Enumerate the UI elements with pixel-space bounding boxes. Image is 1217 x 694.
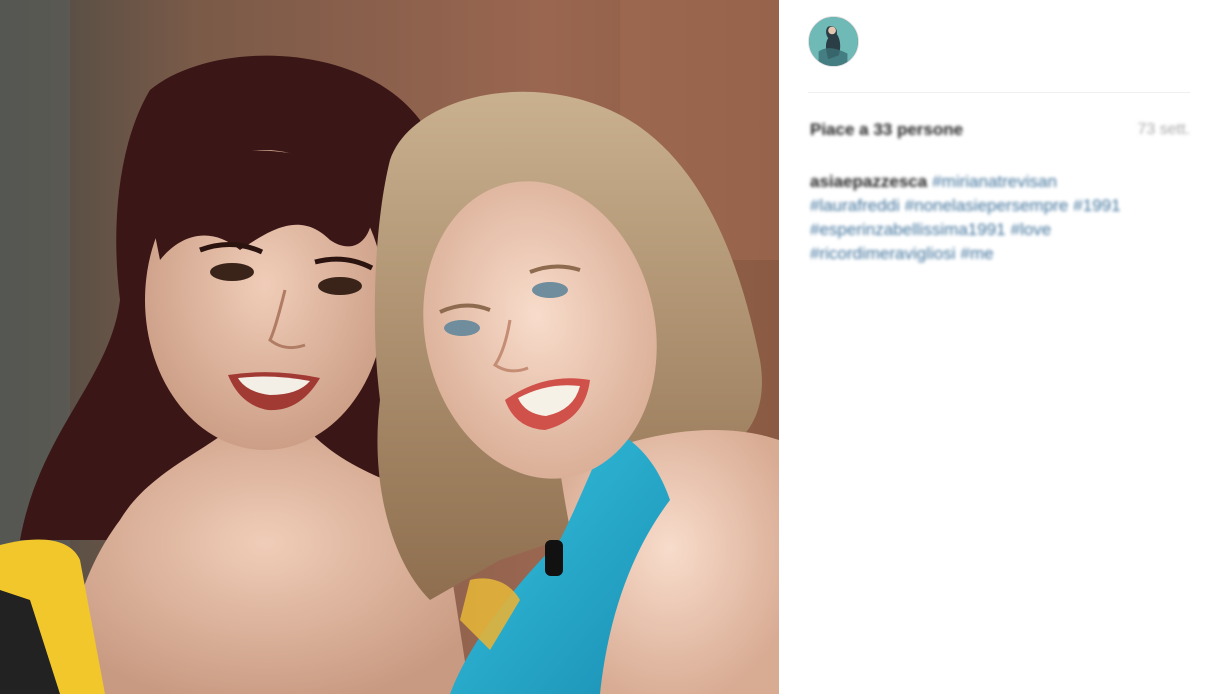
profile-avatar-icon[interactable]: [808, 16, 859, 67]
caption-line-3: #esperinzabellissima1991 #love: [810, 218, 1190, 242]
caption-line-1: asiaepazzesca #mirianatrevisan: [810, 170, 1190, 194]
post-photo[interactable]: [0, 0, 779, 694]
hashtag[interactable]: #me: [961, 244, 994, 263]
post-details: Piace a 33 persone 73 sett. asiaepazzesc…: [779, 0, 1217, 694]
hashtag[interactable]: #1991: [1073, 196, 1120, 215]
hashtag[interactable]: #laurafreddi: [810, 196, 900, 215]
post-caption: asiaepazzesca #mirianatrevisan #laurafred…: [810, 170, 1190, 266]
caption-line-4: #ricordimeravigliosi #me: [810, 242, 1190, 266]
likes-row: Piace a 33 persone 73 sett.: [810, 120, 1190, 144]
likes-count[interactable]: Piace a 33 persone: [810, 120, 963, 140]
hashtag[interactable]: #love: [1011, 220, 1052, 239]
caption-line-2: #laurafreddi #nonelasiepersempre #1991: [810, 194, 1190, 218]
hashtag[interactable]: #mirianatrevisan: [932, 172, 1057, 191]
instagram-post: Piace a 33 persone 73 sett. asiaepazzesc…: [0, 0, 1217, 694]
header-divider: [808, 92, 1190, 93]
hashtag[interactable]: #esperinzabellissima1991: [810, 220, 1006, 239]
caption-username[interactable]: asiaepazzesca: [810, 172, 927, 191]
photo-image: [0, 0, 779, 694]
post-timestamp[interactable]: 73 sett.: [1138, 121, 1190, 139]
hashtag[interactable]: #nonelasiepersempre: [905, 196, 1069, 215]
hashtag[interactable]: #ricordimeravigliosi: [810, 244, 956, 263]
